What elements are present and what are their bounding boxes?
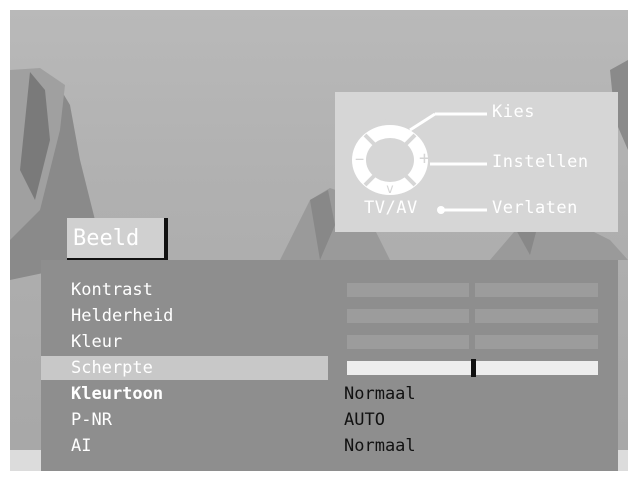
- menu-title-tab: Beeld: [67, 218, 168, 262]
- plus-icon: +: [419, 148, 431, 169]
- menu-item-value: AUTO: [344, 410, 385, 430]
- tvav-label: TV/AV: [364, 198, 418, 218]
- menu-item-label: Kleur: [71, 332, 123, 352]
- remote-hint-panel: ^ v − + Kies Instellen TV/AV Verlaten: [335, 92, 618, 232]
- menu-item-scherpte[interactable]: Scherpte: [41, 356, 618, 382]
- menu-item-p-nr[interactable]: P-NR AUTO: [41, 408, 618, 434]
- menu-item-label: P-NR: [71, 410, 112, 430]
- menu-item-helderheid[interactable]: Helderheid: [41, 304, 618, 330]
- picture-menu: Kontrast Helderheid Kleur Scherpte Kleur…: [41, 260, 618, 471]
- menu-item-value: Normaal: [344, 384, 416, 404]
- down-arrow-icon: v: [386, 182, 395, 197]
- menu-item-label: Kleurtoon: [71, 384, 164, 404]
- helderheid-slider[interactable]: [347, 309, 598, 323]
- menu-item-kontrast[interactable]: Kontrast: [41, 278, 618, 304]
- menu-title: Beeld: [73, 226, 140, 251]
- up-arrow-icon: ^: [384, 116, 393, 131]
- menu-item-value: Normaal: [344, 436, 416, 456]
- menu-item-kleurtoon[interactable]: Kleurtoon Normaal: [41, 382, 618, 408]
- kleur-slider[interactable]: [347, 335, 598, 349]
- menu-item-kleur[interactable]: Kleur: [41, 330, 618, 356]
- adjust-hint-label: Instellen: [492, 152, 589, 172]
- exit-hint-label: Verlaten: [492, 198, 578, 218]
- kontrast-slider[interactable]: [347, 283, 598, 297]
- slider-handle[interactable]: [471, 359, 476, 377]
- menu-item-label: Helderheid: [71, 306, 174, 326]
- menu-item-label: Scherpte: [71, 358, 153, 378]
- menu-item-label: AI: [71, 436, 92, 456]
- tv-screen: ^ v − + Kies Instellen TV/AV Verlaten Be…: [10, 10, 628, 471]
- select-hint-label: Kies: [492, 102, 535, 122]
- scherpte-slider[interactable]: [347, 359, 598, 377]
- menu-item-label: Kontrast: [71, 280, 153, 300]
- menu-item-ai[interactable]: AI Normaal: [41, 434, 618, 460]
- minus-icon: −: [355, 150, 365, 168]
